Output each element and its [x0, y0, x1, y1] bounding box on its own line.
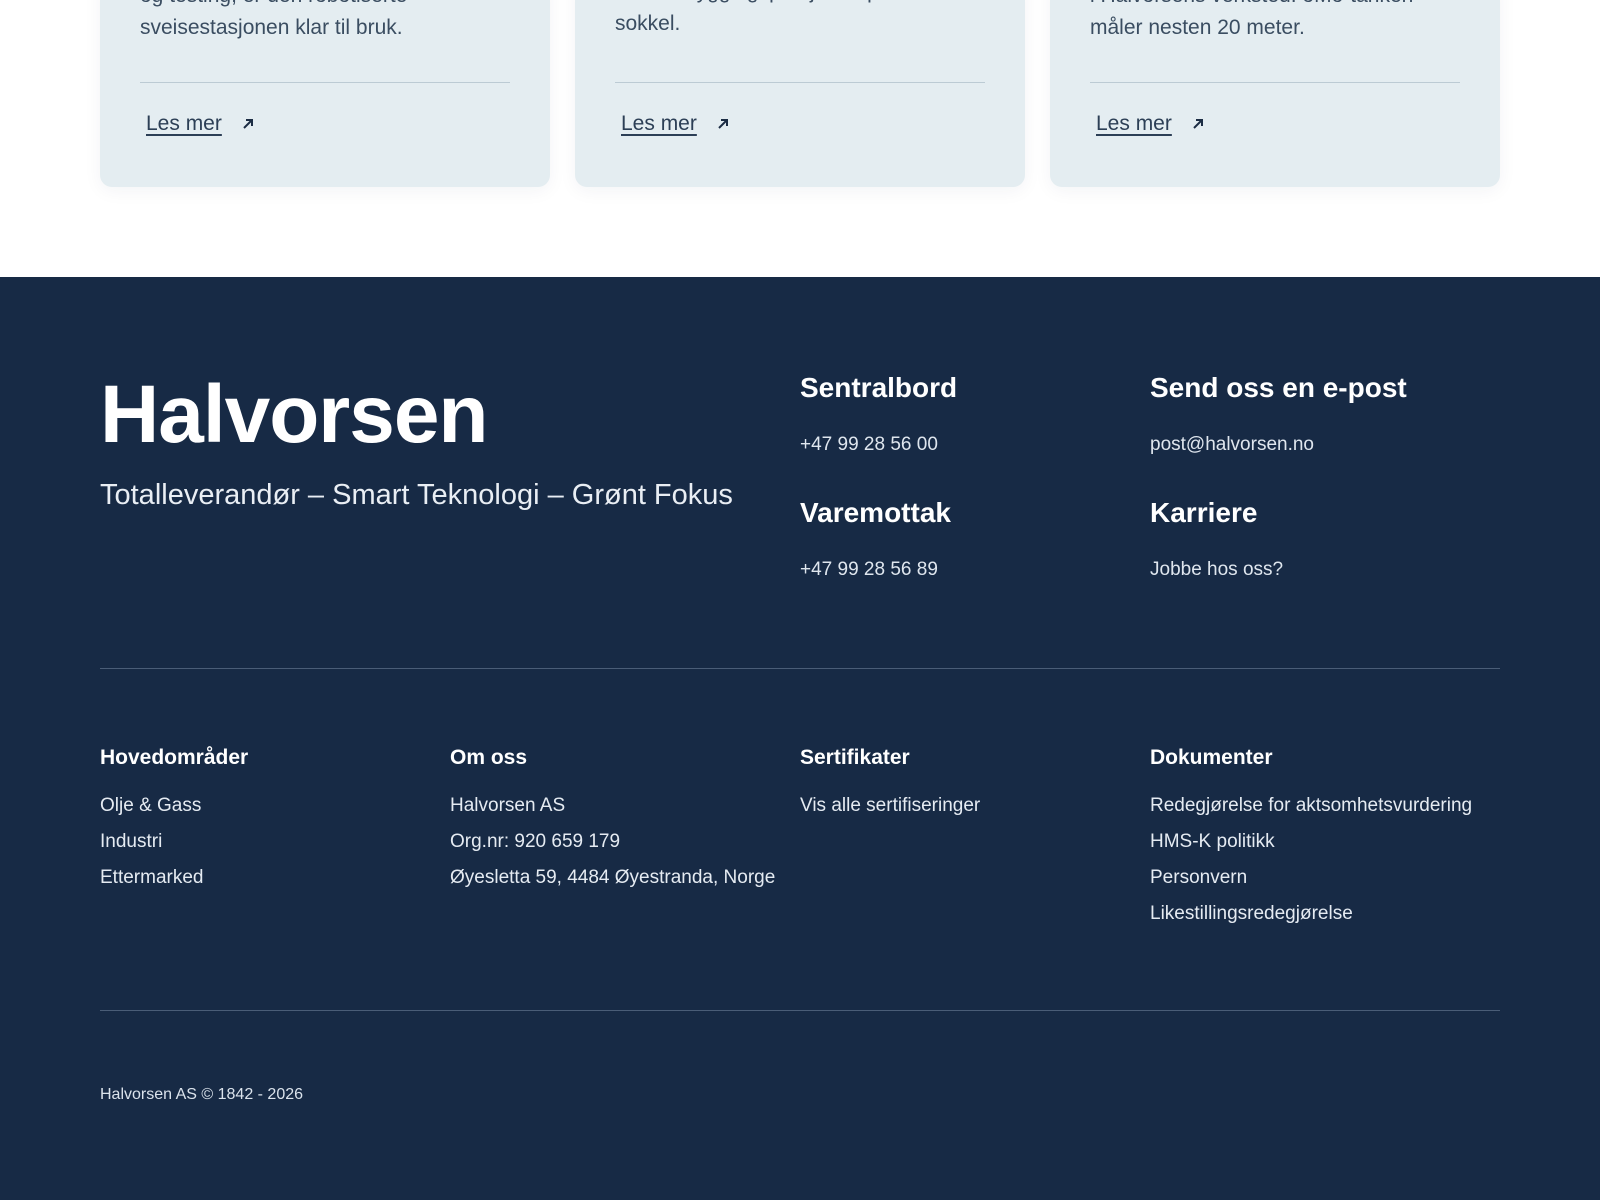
contact-goods-receipt: Varemottak +47 99 28 56 89: [800, 496, 1140, 582]
contact-career: Karriere Jobbe hos oss?: [1150, 496, 1490, 582]
card-divider: [615, 82, 985, 83]
arrow-up-right-icon: [1193, 119, 1203, 129]
link-list: Olje & Gass Industri Ettermarked: [100, 795, 440, 889]
footer-column-documents: Dokumenter Redegjørelse for aktsomhetsvu…: [1150, 745, 1490, 939]
org-number: Org.nr: 920 659 179: [450, 831, 621, 852]
read-more-label: Les mer: [146, 112, 222, 135]
footer-divider: [100, 1010, 1500, 1011]
footer-link[interactable]: Vis alle sertifiseringer: [800, 795, 1140, 817]
footer-divider: [100, 668, 1500, 669]
company-name: Halvorsen AS: [450, 795, 566, 816]
card-excerpt: store utbyggingsprosjekter på norsk sokk…: [615, 0, 948, 35]
column-title: Sertifikater: [800, 746, 910, 769]
copyright-text: Halvorsen AS © 1842 - 2026: [100, 1086, 304, 1103]
footer-column-certificates: Sertifikater Vis alle sertifiseringer: [800, 745, 1140, 831]
footer-link[interactable]: Ettermarked: [100, 867, 440, 889]
read-more-link[interactable]: Les mer: [146, 112, 256, 136]
card-excerpt: i Halvorsens verksted. oMo-tanken måler …: [1090, 0, 1413, 39]
arrow-up-right-icon: [718, 119, 728, 129]
footer-brand-logo[interactable]: Halvorsen: [100, 365, 489, 465]
card-divider: [1090, 82, 1460, 83]
site-footer: Halvorsen Totalleverandør – Smart Teknol…: [0, 277, 1600, 1200]
link-list: Redegjørelse for aktsomhetsvurdering HMS…: [1150, 795, 1490, 925]
contact-title: Send oss en e-post: [1150, 372, 1407, 403]
news-card: store utbyggingsprosjekter på norsk sokk…: [575, 0, 1025, 187]
career-link[interactable]: Jobbe hos oss?: [1150, 558, 1490, 582]
contact-title: Sentralbord: [800, 372, 958, 403]
footer-link[interactable]: Likestillingsredegjørelse: [1150, 903, 1490, 925]
column-title: Om oss: [450, 746, 528, 769]
footer-link[interactable]: Redegjørelse for aktsomhetsvurdering: [1150, 795, 1490, 817]
news-cards: og testing, er den robotiserte sveisesta…: [0, 0, 1600, 277]
email-link[interactable]: post@halvorsen.no: [1150, 433, 1490, 457]
phone-link[interactable]: +47 99 28 56 00: [800, 433, 1140, 457]
footer-tagline: Totalleverandør – Smart Teknologi – Grøn…: [100, 479, 733, 511]
footer-link[interactable]: HMS-K politikk: [1150, 831, 1490, 853]
contact-title: Karriere: [1150, 497, 1258, 528]
column-title: Dokumenter: [1150, 746, 1273, 769]
phone-link[interactable]: +47 99 28 56 89: [800, 558, 1140, 582]
column-title: Hovedområder: [100, 746, 249, 769]
link-list: Vis alle sertifiseringer: [800, 795, 1140, 817]
contact-title: Varemottak: [800, 497, 951, 528]
contact-switchboard: Sentralbord +47 99 28 56 00: [800, 371, 1140, 457]
info-list: Halvorsen AS Org.nr: 920 659 179 Øyeslet…: [450, 795, 790, 889]
footer-link[interactable]: Industri: [100, 831, 440, 853]
card-excerpt: og testing, er den robotiserte sveisesta…: [140, 0, 407, 39]
news-card: og testing, er den robotiserte sveisesta…: [100, 0, 550, 187]
read-more-label: Les mer: [1096, 112, 1172, 135]
footer-column-main-areas: Hovedområder Olje & Gass Industri Etterm…: [100, 745, 440, 903]
arrow-up-right-icon: [243, 119, 253, 129]
read-more-link[interactable]: Les mer: [1096, 112, 1206, 136]
news-card: i Halvorsens verksted. oMo-tanken måler …: [1050, 0, 1500, 187]
read-more-label: Les mer: [621, 112, 697, 135]
footer-link[interactable]: Olje & Gass: [100, 795, 440, 817]
footer-link[interactable]: Personvern: [1150, 867, 1490, 889]
footer-column-about: Om oss Halvorsen AS Org.nr: 920 659 179 …: [450, 745, 790, 903]
contact-email: Send oss en e-post post@halvorsen.no: [1150, 371, 1490, 457]
address: Øyesletta 59, 4484 Øyestranda, Norge: [450, 867, 776, 888]
read-more-link[interactable]: Les mer: [621, 112, 731, 136]
card-divider: [140, 82, 510, 83]
